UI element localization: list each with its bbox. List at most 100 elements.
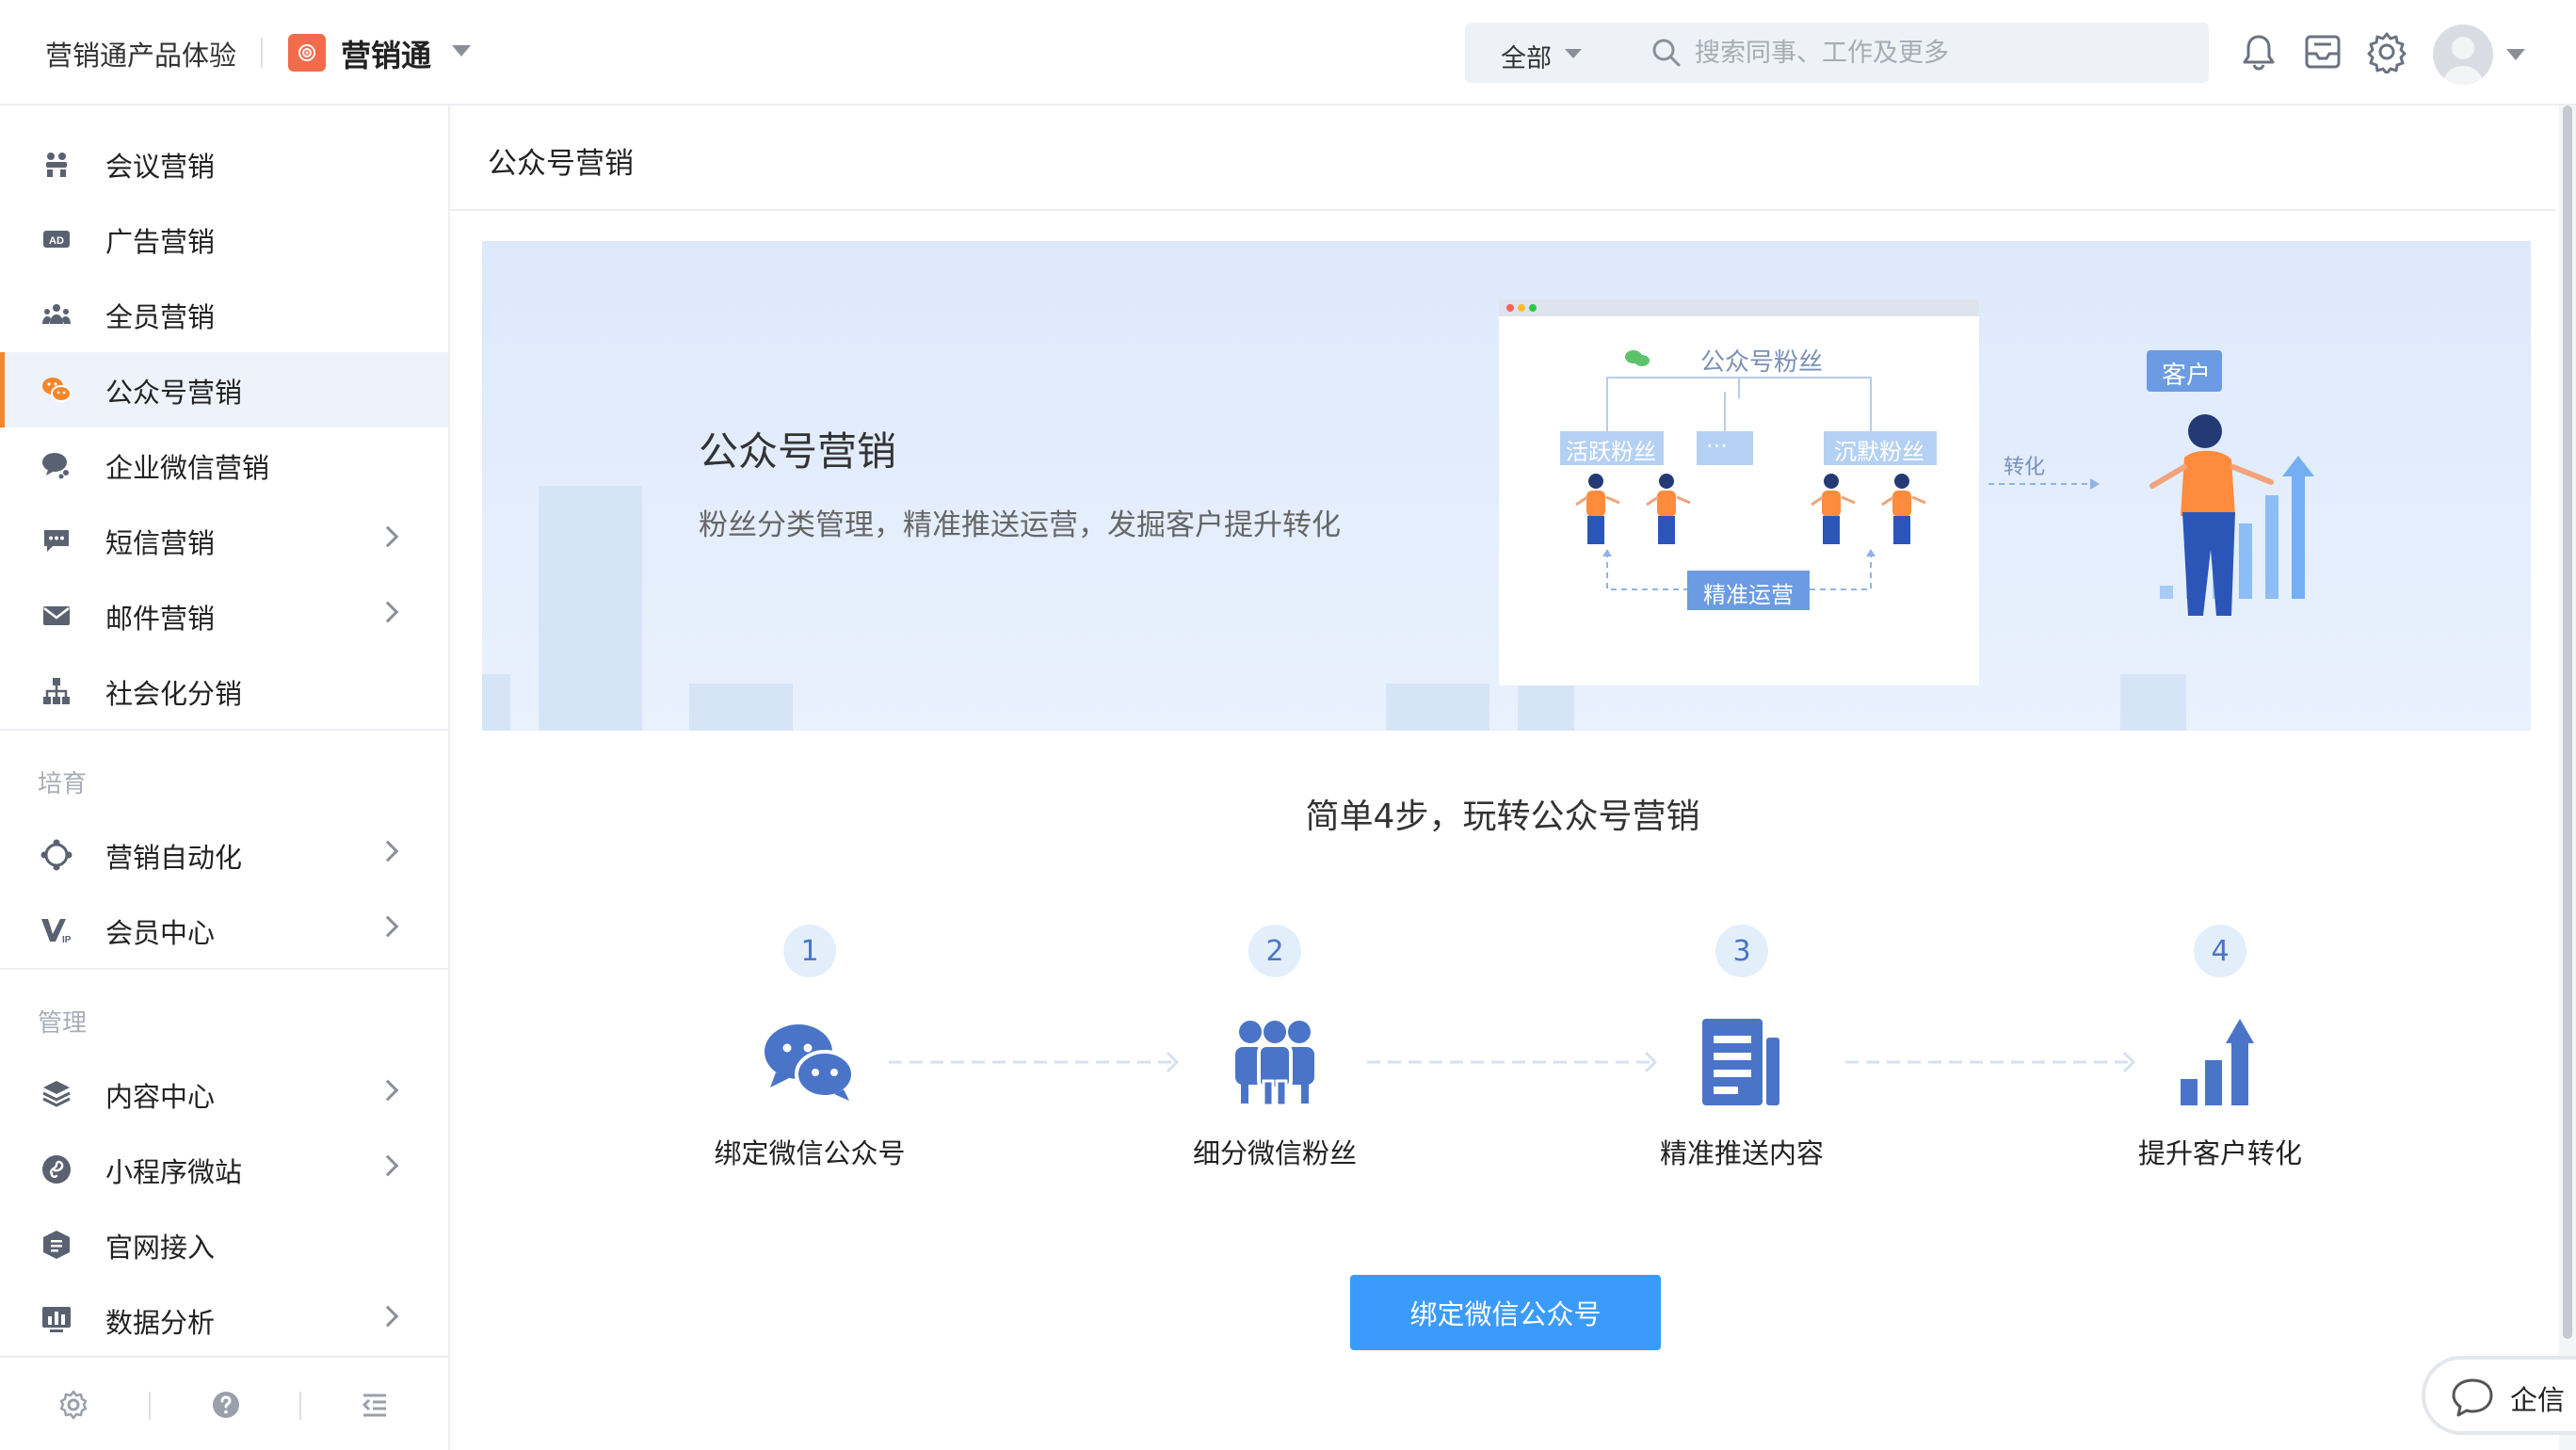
mail-icon — [40, 599, 73, 633]
header-divider — [261, 38, 263, 68]
main-content: 公众号营销 公众号营销 粉丝分类管理，精准推送运营，发掘客户提升转化 公众号粉丝… — [450, 105, 2555, 1450]
sidebar-item-content-center[interactable]: 内容中心 — [0, 1056, 448, 1132]
sidebar-section-manage: 管理 — [38, 1009, 88, 1038]
chevron-right-icon — [377, 1305, 399, 1328]
product-trial-label[interactable]: 营销通产品体验 — [45, 34, 236, 73]
sidebar-divider — [0, 968, 448, 970]
chevron-right-icon — [377, 915, 399, 938]
sidebar-item-work-wechat-marketing[interactable]: 企业微信营销 — [0, 427, 448, 503]
banner-title: 公众号营销 — [699, 428, 897, 475]
sidebar-item-label: 社会化分销 — [105, 678, 243, 710]
search-input[interactable] — [1695, 32, 2184, 73]
chevron-right-icon — [377, 1154, 399, 1177]
app-name[interactable]: 营销通 — [341, 32, 431, 75]
ad-icon: AD — [40, 222, 73, 256]
svg-text:IP: IP — [62, 935, 72, 945]
illustration-fans-label: 公众号粉丝 — [1700, 348, 1824, 377]
sidebar-item-marketing-automation[interactable]: 营销自动化 — [0, 817, 448, 893]
sidebar-item-label: 会员中心 — [105, 917, 216, 949]
sidebar-item-label: 全员营销 — [105, 301, 216, 333]
sidebar-item-label: 短信营销 — [105, 527, 216, 559]
user-menu-chevron-down-icon[interactable] — [2506, 49, 2525, 60]
floating-chat-button[interactable]: 企信 — [2422, 1356, 2576, 1435]
meeting-icon — [40, 147, 73, 181]
gear-icon[interactable] — [2363, 28, 2410, 75]
step-label: 绑定微信公众号 — [714, 1137, 906, 1169]
sidebar-item-all-staff-marketing[interactable]: 全员营销 — [0, 277, 448, 352]
steps-title: 简单4步，玩转公众号营销 — [1305, 798, 1700, 836]
inbox-icon[interactable] — [2299, 28, 2346, 75]
scope-chevron-down-icon[interactable] — [1565, 49, 1582, 58]
illustration-customer-label: 客户 — [2162, 362, 2212, 390]
app-switch-chevron-down-icon[interactable] — [452, 45, 471, 56]
sidebar-item-data-analysis[interactable]: 数据分析 — [0, 1282, 448, 1358]
website-icon — [40, 1228, 73, 1262]
sidebar-item-label: 内容中心 — [105, 1081, 216, 1113]
chevron-right-icon — [377, 525, 399, 548]
sidebar-item-email-marketing[interactable]: 邮件营销 — [0, 578, 448, 653]
org-tree-icon — [40, 674, 73, 708]
sidebar-item-website-access[interactable]: 官网接入 — [0, 1207, 448, 1282]
step-4: 4 提升客户转化 — [2079, 925, 2361, 1188]
search-icon — [1650, 36, 1683, 73]
vip-icon: IP — [40, 913, 73, 947]
sidebar-item-sms-marketing[interactable]: 短信营销 — [0, 503, 448, 578]
sidebar-item-ad-marketing[interactable]: AD 广告营销 — [0, 201, 448, 277]
top-header: 营销通产品体验 营销通 全部 — [0, 0, 2576, 105]
sidebar-item-label: 营销自动化 — [105, 842, 243, 874]
banner-subtitle: 粉丝分类管理，精准推送运营，发掘客户提升转化 — [699, 508, 1341, 542]
sidebar: 会议营销 AD 广告营销 全员营销 公众号营销 企业微信营销 短信营销 邮件营销… — [0, 105, 450, 1450]
miniprogram-icon — [40, 1152, 73, 1186]
step-number: 3 — [1715, 925, 1768, 977]
sidebar-footer — [0, 1356, 448, 1450]
fans-illustration-labels: 公众号粉丝 活跃粉丝 ··· 沉默粉丝 精准运营 转化 客户 — [1465, 241, 2501, 731]
svg-text:AD: AD — [49, 235, 64, 247]
step-label: 提升客户转化 — [2137, 1137, 2302, 1169]
step-label: 细分微信粉丝 — [1192, 1137, 1357, 1169]
sidebar-item-label: 小程序微站 — [105, 1156, 243, 1188]
step-number: 2 — [1248, 925, 1301, 977]
user-avatar[interactable] — [2433, 24, 2493, 85]
bell-icon[interactable] — [2235, 28, 2282, 75]
step-number: 4 — [2194, 925, 2246, 977]
team-icon — [40, 298, 73, 331]
sidebar-item-meeting-marketing[interactable]: 会议营销 — [0, 126, 448, 201]
help-icon[interactable] — [207, 1386, 245, 1424]
collapse-sidebar-icon[interactable] — [356, 1386, 394, 1424]
sidebar-section-nurture: 培育 — [38, 770, 88, 798]
chat-bubble-icon — [2450, 1377, 2495, 1422]
illustration-more-label: ··· — [1706, 433, 1728, 459]
scrollbar-thumb[interactable] — [2563, 105, 2572, 1339]
app-logo-icon — [288, 34, 326, 72]
page-scrollbar[interactable] — [2559, 105, 2576, 1450]
wechat-icon — [763, 1015, 857, 1109]
sidebar-item-social-distribution[interactable]: 社会化分销 — [0, 653, 448, 729]
sidebar-item-member-center[interactable]: IP 会员中心 — [0, 893, 448, 968]
global-search: 全部 — [1465, 23, 2209, 83]
step-label: 精准推送内容 — [1659, 1137, 1824, 1169]
wechat-icon — [40, 373, 73, 407]
search-scope-select[interactable]: 全部 — [1501, 38, 1552, 74]
sidebar-item-label: 会议营销 — [105, 151, 216, 183]
sidebar-item-official-account-marketing[interactable]: 公众号营销 — [0, 352, 448, 427]
sidebar-item-label: 公众号营销 — [105, 377, 243, 409]
sidebar-item-mini-program[interactable]: 小程序微站 — [0, 1132, 448, 1207]
chevron-right-icon — [377, 1079, 399, 1102]
settings-gear-icon[interactable] — [55, 1386, 92, 1424]
footer-divider — [149, 1392, 151, 1420]
sidebar-divider — [0, 729, 448, 731]
illustration-precise-label: 精准运营 — [1703, 582, 1794, 608]
page-title: 公众号营销 — [488, 147, 634, 181]
illustration-convert-label: 转化 — [2004, 456, 2046, 479]
step-number: 1 — [783, 925, 836, 977]
title-divider — [450, 209, 2555, 211]
sidebar-item-label: 邮件营销 — [105, 603, 216, 635]
sidebar-item-label: 官网接入 — [105, 1232, 216, 1264]
intro-banner: 公众号营销 粉丝分类管理，精准推送运营，发掘客户提升转化 公众号粉丝 活跃粉丝 … — [482, 241, 2531, 731]
footer-divider — [299, 1392, 301, 1420]
sidebar-item-label: 企业微信营销 — [105, 452, 270, 484]
illustration-silent-fans-label: 沉默粉丝 — [1834, 439, 1924, 465]
bind-wechat-account-button[interactable]: 绑定微信公众号 — [1350, 1275, 1661, 1350]
work-wechat-icon — [40, 448, 73, 482]
document-icon — [1695, 1015, 1789, 1109]
